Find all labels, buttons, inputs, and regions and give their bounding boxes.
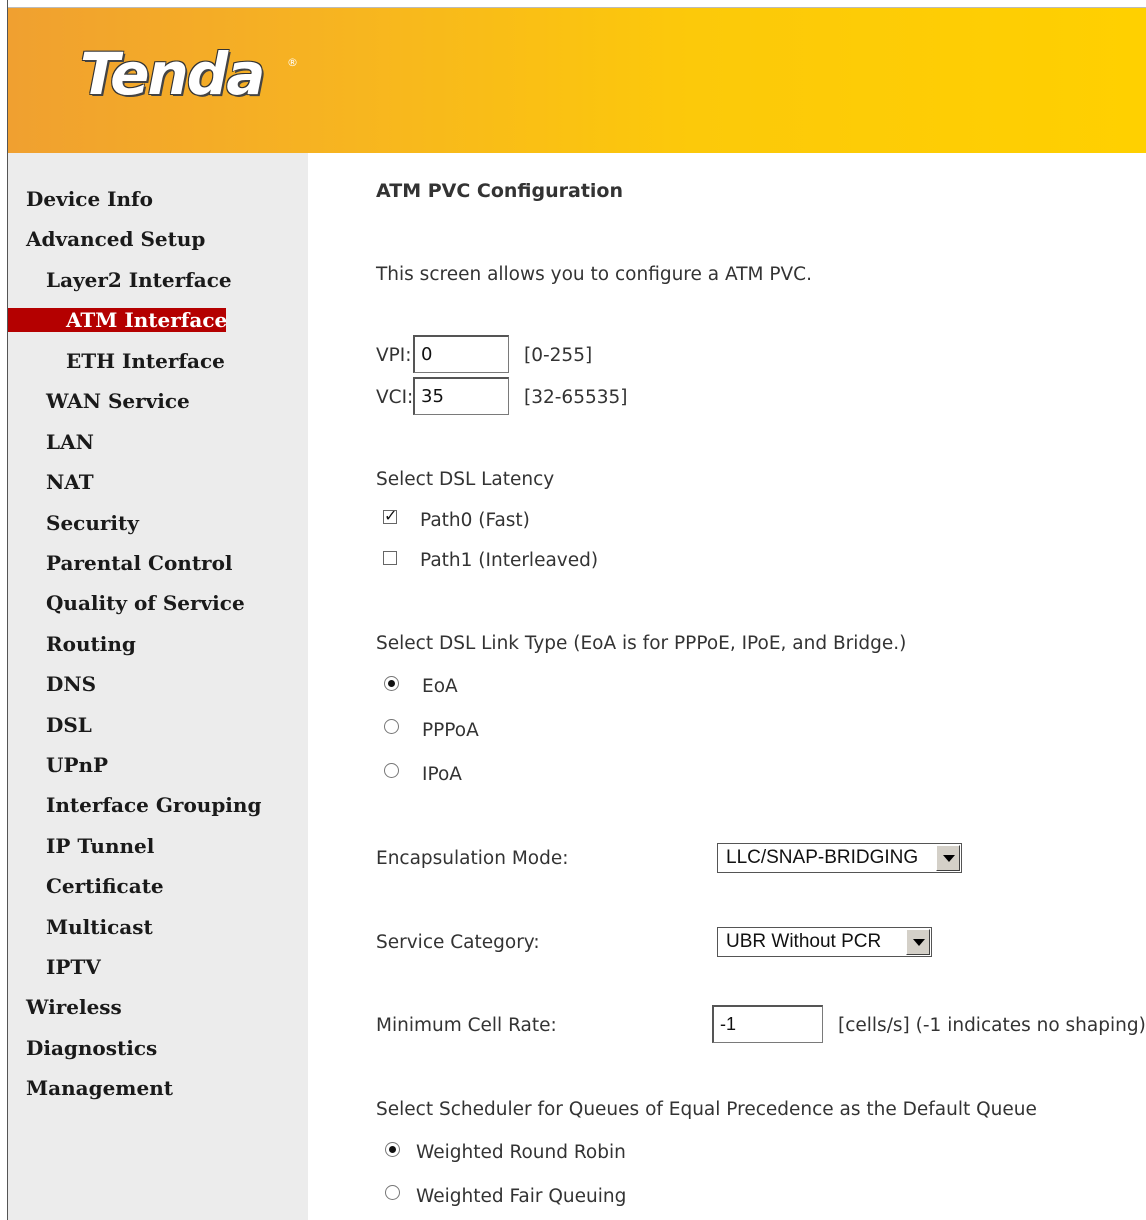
sidebar-item-management[interactable]: Management [26,1075,173,1101]
sidebar-item-interface-grouping[interactable]: Interface Grouping [46,792,261,818]
wrr-radio[interactable] [385,1142,400,1157]
wrr-label: Weighted Round Robin [416,1142,626,1163]
sidebar-item-upnp[interactable]: UPnP [46,752,108,778]
tenda-logo[interactable]: Tenda [80,40,265,108]
link-type-heading: Select DSL Link Type (EoA is for PPPoE, … [376,633,907,654]
sidebar-item-multicast[interactable]: Multicast [46,914,153,940]
sidebar-item-eth-interface[interactable]: ETH Interface [66,348,225,374]
vpi-input[interactable] [413,335,509,373]
encapsulation-select[interactable]: LLC/SNAP-BRIDGING [717,843,962,873]
radio-selected-dot [389,1146,396,1153]
vci-label: VCI: [376,387,414,408]
eoa-radio[interactable] [384,676,399,691]
pppoa-label: PPPoA [422,720,479,741]
sidebar-item-security[interactable]: Security [46,510,139,536]
router-admin-page: Tenda ® Device Info Advanced Setup Layer… [0,0,1146,1220]
vci-input[interactable] [413,377,509,415]
sidebar-item-quality-of-service[interactable]: Quality of Service [46,590,245,616]
ipoa-radio[interactable] [384,763,399,778]
min-cell-rate-hint: [cells/s] (-1 indicates no shaping) [838,1015,1146,1036]
sidebar-item-nat[interactable]: NAT [46,469,94,495]
latency-heading: Select DSL Latency [376,469,555,490]
service-category-label: Service Category: [376,932,540,953]
sidebar-item-dns[interactable]: DNS [46,671,96,697]
service-category-value: UBR Without PCR [726,931,882,952]
page-title: ATM PVC Configuration [376,180,623,202]
sidebar-item-wireless[interactable]: Wireless [26,994,122,1020]
encapsulation-label: Encapsulation Mode: [376,848,569,869]
intro-text: This screen allows you to configure a AT… [376,264,812,285]
sidebar-item-lan[interactable]: LAN [46,429,94,455]
sidebar-item-device-info[interactable]: Device Info [26,186,153,212]
sidebar-item-parental-control[interactable]: Parental Control [46,550,233,576]
scheduler-heading: Select Scheduler for Queues of Equal Pre… [376,1099,1037,1120]
sidebar-item-wan-service[interactable]: WAN Service [46,388,190,414]
sidebar-item-routing[interactable]: Routing [46,631,136,657]
ipoa-label: IPoA [422,764,462,785]
path1-checkbox[interactable] [383,551,397,565]
pppoa-radio[interactable] [384,719,399,734]
encapsulation-value: LLC/SNAP-BRIDGING [726,847,919,868]
path0-label: Path0 (Fast) [420,510,530,531]
path1-label: Path1 (Interleaved) [420,550,599,571]
sidebar-item-diagnostics[interactable]: Diagnostics [26,1035,157,1061]
wfq-radio[interactable] [385,1185,400,1200]
eoa-label: EoA [422,676,458,697]
path0-checkbox[interactable]: ✓ [383,506,397,525]
sidebar-item-dsl[interactable]: DSL [46,712,92,738]
sidebar-item-atm-interface[interactable]: ATM Interface [8,308,227,332]
dropdown-arrow-icon[interactable] [906,929,930,955]
service-category-select[interactable]: UBR Without PCR [717,927,932,957]
sidebar-item-certificate[interactable]: Certificate [46,873,164,899]
sidebar-item-ip-tunnel[interactable]: IP Tunnel [46,833,154,859]
registered-mark: ® [287,56,298,69]
sidebar-item-layer2-interface[interactable]: Layer2 Interface [46,267,232,293]
sidebar-item-iptv[interactable]: IPTV [46,954,101,980]
dropdown-arrow-icon[interactable] [936,845,960,871]
checkmark-icon: ✓ [384,506,398,525]
left-border [7,0,8,1220]
sidebar-item-advanced-setup[interactable]: Advanced Setup [26,226,205,252]
min-cell-rate-label: Minimum Cell Rate: [376,1015,557,1036]
vci-range: [32-65535] [524,387,628,408]
wfq-label: Weighted Fair Queuing [416,1186,627,1207]
radio-selected-dot [388,680,395,687]
vpi-range: [0-255] [524,345,593,366]
min-cell-rate-input[interactable] [712,1005,823,1043]
vpi-label: VPI: [376,345,412,366]
